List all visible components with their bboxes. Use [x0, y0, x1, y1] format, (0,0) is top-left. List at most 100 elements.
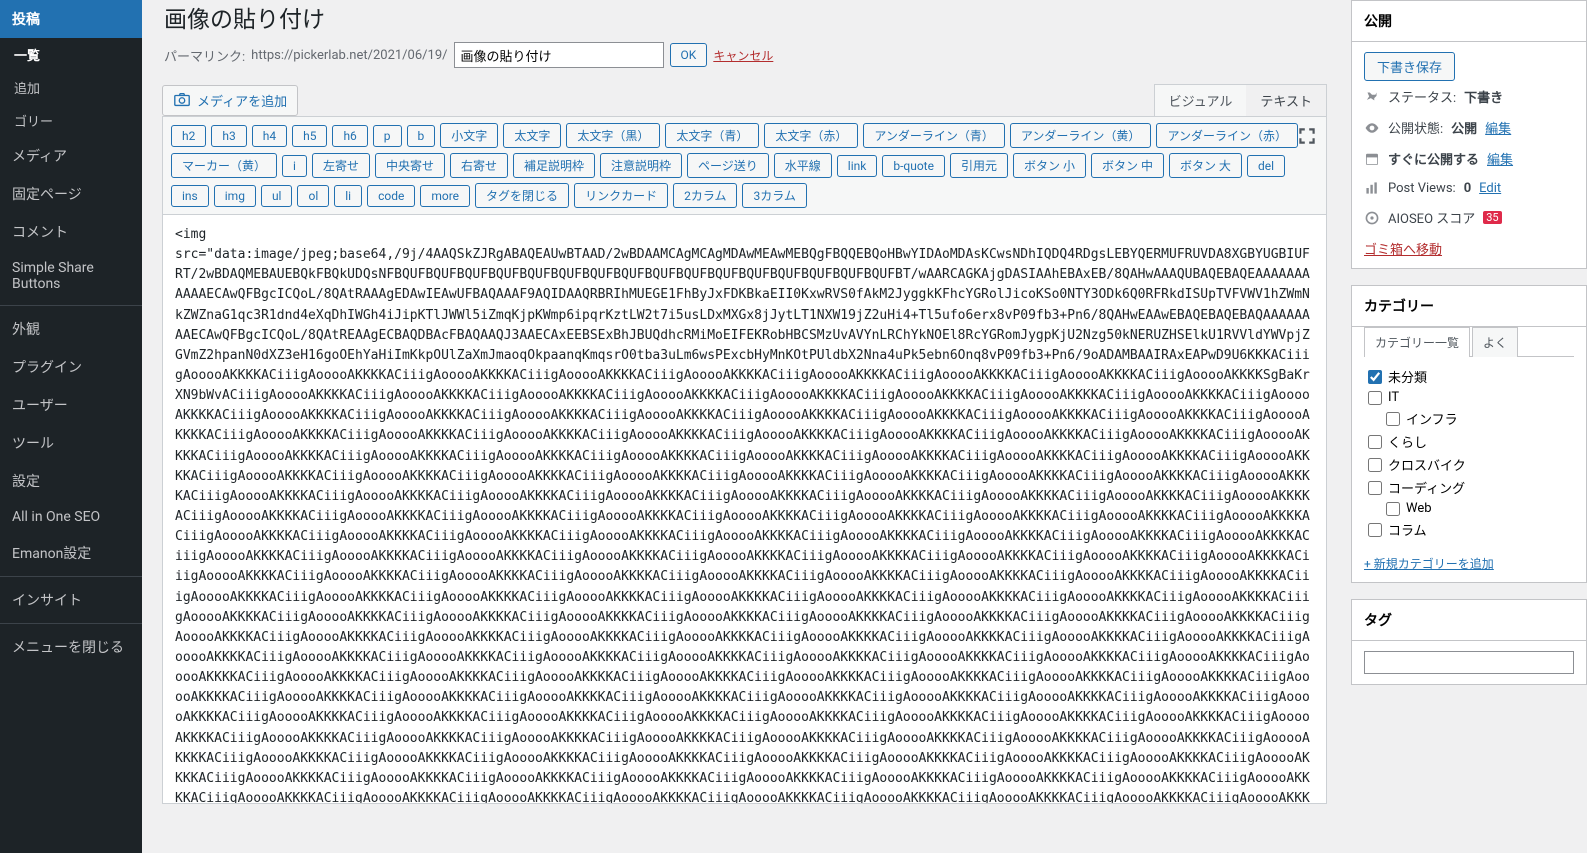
postviews-edit-link[interactable]: Edit [1479, 181, 1501, 196]
tab-text[interactable]: テキスト [1246, 85, 1326, 116]
categories-box: カテゴリー カテゴリー一覧 よく 未分類ITインフラくらしクロスバイクコーディン… [1351, 285, 1587, 583]
toolbar-btn-del[interactable]: del [1247, 155, 1285, 177]
category-checkbox[interactable] [1368, 435, 1382, 449]
toolbar-btn-[interactable]: 太文字（赤） [764, 123, 858, 148]
category-item[interactable]: Web [1386, 499, 1570, 518]
menu-emanon[interactable]: Emanon設定 [0, 534, 142, 572]
menu-users[interactable]: ユーザー [0, 386, 142, 424]
tab-visual[interactable]: ビジュアル [1155, 85, 1247, 116]
category-item[interactable]: くらし [1368, 430, 1570, 453]
toolbar-btn-[interactable]: タグを閉じる [475, 183, 569, 208]
add-media-button[interactable]: メディアを追加 [162, 85, 298, 116]
toolbar-btn-[interactable]: アンダーライン（赤） [1156, 123, 1298, 148]
category-item[interactable]: 未分類 [1368, 365, 1570, 388]
toolbar-btn-[interactable]: 注意説明枠 [600, 153, 682, 178]
toolbar-btn-h2[interactable]: h2 [171, 125, 206, 147]
menu-comments[interactable]: コメント [0, 213, 142, 251]
toolbar-btn-h3[interactable]: h3 [211, 125, 246, 147]
toolbar-btn-[interactable]: アンダーライン（青） [863, 123, 1005, 148]
toolbar-btn-[interactable]: 補足説明枠 [513, 153, 595, 178]
menu-media[interactable]: メディア [0, 137, 142, 175]
category-item[interactable]: クロスバイク [1368, 453, 1570, 476]
category-checkbox[interactable] [1368, 481, 1382, 495]
toolbar-btn-[interactable]: 中央寄せ [375, 153, 445, 178]
toolbar-btn-[interactable]: 太文字 [503, 123, 561, 148]
toolbar-btn-[interactable]: アンダーライン（黄） [1010, 123, 1152, 148]
category-checkbox[interactable] [1368, 458, 1382, 472]
toolbar-btn-bquote[interactable]: b-quote [882, 155, 945, 177]
category-label: 未分類 [1388, 367, 1427, 386]
category-checkbox[interactable] [1368, 370, 1382, 384]
cat-tab-all[interactable]: カテゴリー一覧 [1364, 327, 1470, 357]
menu-settings[interactable]: 設定 [0, 462, 142, 500]
toolbar-btn-[interactable]: 水平線 [774, 153, 832, 178]
toolbar-btn-[interactable]: ボタン 大 [1169, 153, 1242, 178]
toolbar-btn-[interactable]: ボタン 小 [1013, 153, 1086, 178]
toolbar-btn-p[interactable]: p [373, 125, 402, 147]
menu-posts-add[interactable]: 追加 [0, 71, 142, 104]
add-category-link[interactable]: + 新規カテゴリーを追加 [1364, 555, 1494, 572]
cat-tab-recent[interactable]: よく [1472, 327, 1518, 357]
toolbar-btn-[interactable]: 太文字（黒） [566, 123, 660, 148]
toolbar-btn-code[interactable]: code [367, 185, 415, 207]
menu-tools[interactable]: ツール [0, 424, 142, 462]
toolbar-btn-link[interactable]: link [837, 155, 878, 177]
toolbar-btn-b[interactable]: b [407, 125, 436, 147]
toolbar-btn-img[interactable]: img [214, 185, 256, 207]
toolbar-btn-ins[interactable]: ins [171, 185, 209, 207]
toolbar-btn-2[interactable]: 2カラム [673, 183, 737, 208]
page-title: 画像の貼り付け [164, 0, 1327, 34]
toolbar-btn-[interactable]: ボタン 中 [1091, 153, 1164, 178]
text-editor[interactable]: <img src="data:image/jpeg;base64,/9j/4AA… [162, 214, 1327, 804]
menu-posts-list[interactable]: 一覧 [0, 38, 142, 71]
menu-plugins[interactable]: プラグイン [0, 348, 142, 386]
toolbar-btn-h6[interactable]: h6 [332, 125, 367, 147]
toolbar-btn-[interactable]: 太文字（青） [665, 123, 759, 148]
visibility-edit-link[interactable]: 編集 [1485, 118, 1511, 137]
menu-insights[interactable]: インサイト [0, 581, 142, 619]
category-item[interactable]: IT [1368, 388, 1570, 407]
menu-appearance[interactable]: 外観 [0, 310, 142, 348]
menu-posts[interactable]: 投稿 [0, 0, 142, 38]
schedule-edit-link[interactable]: 編集 [1487, 149, 1513, 168]
toolbar-btn-li[interactable]: li [334, 185, 362, 207]
permalink-cancel-link[interactable]: キャンセル [713, 47, 773, 64]
category-checkbox[interactable] [1386, 502, 1400, 516]
toolbar-btn-h5[interactable]: h5 [292, 125, 327, 147]
toolbar-btn-[interactable]: ページ送り [687, 153, 769, 178]
menu-pages[interactable]: 固定ページ [0, 175, 142, 213]
permalink-slug-input[interactable] [454, 42, 664, 68]
toolbar-btn-[interactable]: リンクカード [574, 183, 668, 208]
category-label: コーディング [1388, 478, 1465, 497]
category-item[interactable]: コーディング [1368, 476, 1570, 499]
toolbar-btn-ol[interactable]: ol [297, 185, 329, 207]
toolbar-btn-[interactable]: 引用元 [950, 153, 1008, 178]
menu-simple-share[interactable]: Simple Share Buttons [0, 251, 142, 301]
save-draft-button[interactable]: 下書き保存 [1364, 52, 1455, 81]
eye-icon [1364, 120, 1380, 136]
toolbar-btn-[interactable]: マーカー（黄） [171, 153, 277, 178]
menu-posts-categories[interactable]: ゴリー [0, 104, 142, 137]
permalink-ok-button[interactable]: OK [670, 43, 708, 67]
toolbar-btn-[interactable]: 小文字 [440, 123, 498, 148]
menu-collapse[interactable]: メニューを閉じる [0, 628, 142, 666]
permalink-label: パーマリンク: [164, 46, 245, 65]
toolbar-btn-more[interactable]: more [420, 185, 470, 207]
tag-input[interactable] [1364, 651, 1574, 674]
toolbar-btn-ul[interactable]: ul [261, 185, 293, 207]
toolbar-btn-3[interactable]: 3カラム [742, 183, 806, 208]
toolbar-btn-[interactable]: 右寄せ [450, 153, 508, 178]
category-checkbox[interactable] [1386, 412, 1400, 426]
category-checkbox[interactable] [1368, 391, 1382, 405]
fullscreen-icon[interactable] [1296, 125, 1318, 147]
category-item[interactable]: コラム [1368, 518, 1570, 541]
menu-aioseo[interactable]: All in One SEO [0, 500, 142, 534]
editor-content[interactable]: <img src="data:image/jpeg;base64,/9j/4AA… [163, 215, 1326, 804]
calendar-icon [1364, 151, 1380, 167]
category-item[interactable]: インフラ [1386, 407, 1570, 430]
category-checkbox[interactable] [1368, 523, 1382, 537]
move-to-trash-link[interactable]: ゴミ箱へ移動 [1364, 239, 1442, 258]
toolbar-btn-[interactable]: 左寄せ [312, 153, 370, 178]
toolbar-btn-h4[interactable]: h4 [252, 125, 287, 147]
toolbar-btn-i[interactable]: i [282, 155, 307, 177]
